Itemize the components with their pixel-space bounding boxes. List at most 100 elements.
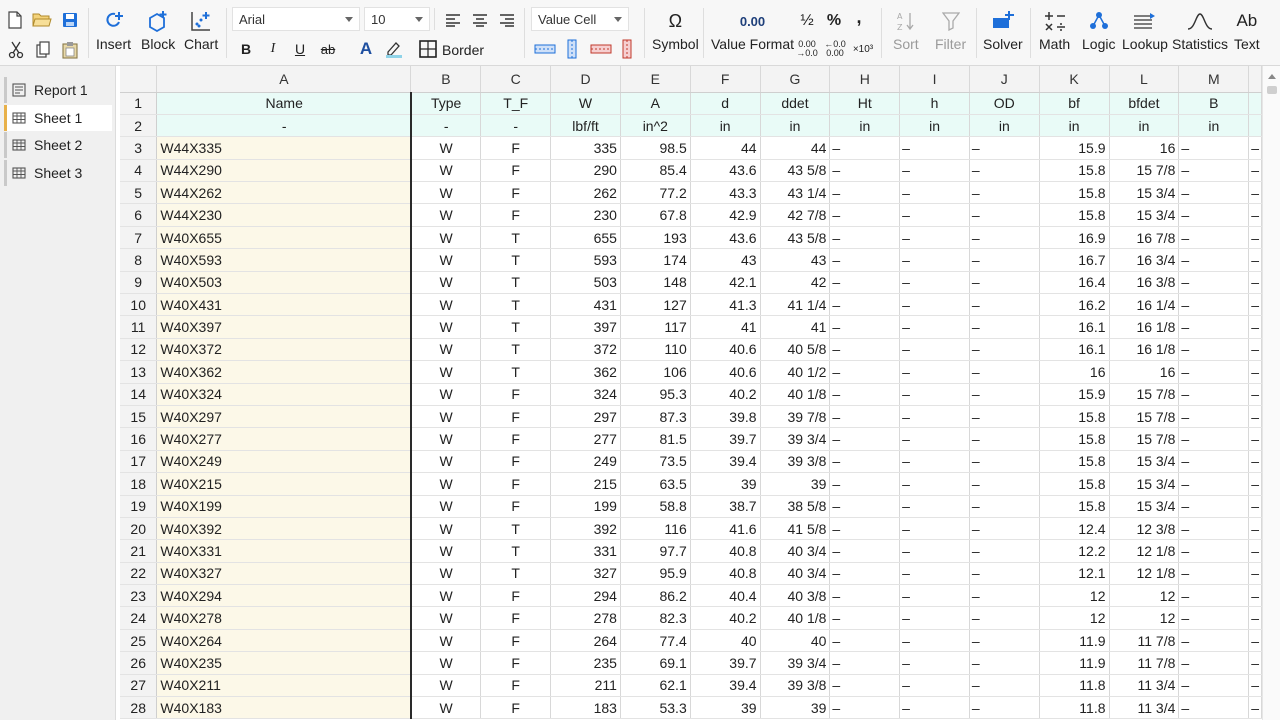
grid-cell[interactable]: 249: [550, 450, 621, 474]
row-number[interactable]: 17: [120, 450, 158, 474]
grid-cell[interactable]: [1248, 114, 1262, 138]
grid-cell[interactable]: –: [899, 495, 970, 518]
grid-cell[interactable]: W: [410, 203, 482, 227]
grid-cell[interactable]: –: [1248, 271, 1262, 295]
grid-cell[interactable]: 16: [1039, 360, 1110, 384]
column-header-l[interactable]: L: [1109, 66, 1180, 93]
row-number[interactable]: 10: [120, 293, 158, 317]
name-cell[interactable]: W40X431: [156, 293, 412, 317]
name-cell[interactable]: W44X230: [156, 203, 412, 227]
grid-cell[interactable]: 277: [550, 427, 621, 451]
header-cell[interactable]: in: [1178, 114, 1250, 138]
grid-cell[interactable]: 41.3: [690, 293, 761, 317]
logic-button[interactable]: Logic: [1082, 6, 1115, 52]
grid-cell[interactable]: –: [829, 203, 901, 227]
column-header-a[interactable]: A: [156, 66, 412, 93]
grid-cell[interactable]: –: [829, 562, 901, 586]
delete-row-icon[interactable]: [589, 40, 613, 58]
name-cell[interactable]: W40X655: [156, 226, 412, 250]
column-header-h[interactable]: H: [829, 66, 901, 93]
grid-cell[interactable]: –: [1248, 696, 1262, 720]
grid-cell[interactable]: 39 7/8: [760, 405, 831, 429]
grid-cell[interactable]: –: [969, 517, 1040, 541]
grid-cell[interactable]: –: [829, 539, 901, 563]
grid-cell[interactable]: 86.2: [620, 584, 691, 608]
grid-cell[interactable]: –: [899, 383, 970, 406]
grid-cell[interactable]: –: [899, 405, 970, 429]
grid-cell[interactable]: W: [410, 159, 482, 183]
vertical-scrollbar[interactable]: [1262, 66, 1280, 720]
grid-cell[interactable]: –: [899, 315, 970, 339]
grid-cell[interactable]: 43: [690, 248, 761, 272]
cut-icon[interactable]: [6, 40, 26, 60]
grid-cell[interactable]: W: [410, 450, 482, 474]
grid-cell[interactable]: 431: [550, 293, 621, 317]
header-cell[interactable]: in: [829, 114, 901, 138]
grid-cell[interactable]: 39.4: [690, 674, 761, 698]
row-number[interactable]: 2: [120, 114, 158, 138]
grid-cell[interactable]: F: [480, 674, 552, 698]
align-left-icon[interactable]: [443, 10, 463, 30]
decrease-decimal-icon[interactable]: ←0.0 0.00: [822, 38, 848, 60]
grid-cell[interactable]: –: [829, 383, 901, 406]
grid-cell[interactable]: 12 3/8: [1109, 517, 1180, 541]
grid-cell[interactable]: 42: [760, 271, 831, 295]
grid-cell[interactable]: 40 5/8: [760, 338, 831, 362]
column-header-b[interactable]: B: [410, 66, 482, 93]
grid-cell[interactable]: –: [969, 293, 1040, 317]
row-number[interactable]: 18: [120, 472, 158, 496]
grid-cell[interactable]: 262: [550, 181, 621, 205]
grid-cell[interactable]: –: [899, 674, 970, 698]
grid-cell[interactable]: 85.4: [620, 159, 691, 183]
grid-cell[interactable]: 15 3/4: [1109, 495, 1180, 518]
grid-cell[interactable]: –: [969, 606, 1040, 630]
grid-cell[interactable]: –: [829, 248, 901, 272]
grid-cell[interactable]: –: [969, 651, 1040, 675]
grid-cell[interactable]: 40.4: [690, 584, 761, 608]
grid-cell[interactable]: W: [410, 472, 482, 496]
thousands-separator-icon[interactable]: ,: [851, 6, 867, 28]
grid-cell[interactable]: –: [1248, 539, 1262, 563]
column-header-overflow[interactable]: [1248, 66, 1262, 93]
grid-cell[interactable]: T: [480, 360, 552, 384]
grid-cell[interactable]: –: [829, 360, 901, 384]
column-header-m[interactable]: M: [1178, 66, 1250, 93]
grid-cell[interactable]: 58.8: [620, 495, 691, 518]
open-folder-icon[interactable]: [31, 10, 53, 30]
grid-cell[interactable]: –: [829, 472, 901, 496]
grid-cell[interactable]: –: [969, 226, 1040, 250]
grid-cell[interactable]: 43 5/8: [760, 159, 831, 183]
row-number[interactable]: 4: [120, 159, 158, 183]
grid-cell[interactable]: –: [969, 271, 1040, 295]
grid-cell[interactable]: 40 1/8: [760, 606, 831, 630]
grid-cell[interactable]: 41: [760, 315, 831, 339]
grid-cell[interactable]: 40.6: [690, 360, 761, 384]
sidebar-item-sheet-2[interactable]: Sheet 2: [4, 132, 112, 158]
name-cell[interactable]: W44X262: [156, 181, 412, 205]
grid-cell[interactable]: 15 3/4: [1109, 472, 1180, 496]
grid-cell[interactable]: 43.6: [690, 159, 761, 183]
grid-cell[interactable]: 116: [620, 517, 691, 541]
grid-cell[interactable]: 42 7/8: [760, 203, 831, 227]
row-number[interactable]: 7: [120, 226, 158, 250]
header-cell[interactable]: A: [620, 92, 691, 115]
grid-cell[interactable]: 117: [620, 315, 691, 339]
column-header-e[interactable]: E: [620, 66, 691, 93]
grid-cell[interactable]: 40: [760, 629, 831, 653]
row-number[interactable]: 1: [120, 92, 158, 115]
grid-cell[interactable]: T: [480, 539, 552, 563]
grid-cell[interactable]: –: [899, 203, 970, 227]
grid-cell[interactable]: W: [410, 584, 482, 608]
name-cell[interactable]: W40X593: [156, 248, 412, 272]
grid-cell[interactable]: T: [480, 271, 552, 295]
grid-cell[interactable]: –: [899, 159, 970, 183]
row-number[interactable]: 28: [120, 696, 158, 720]
grid-cell[interactable]: 39 3/4: [760, 651, 831, 675]
header-cell[interactable]: OD: [969, 92, 1040, 115]
name-cell[interactable]: W40X249: [156, 450, 412, 474]
font-family-select[interactable]: Arial: [232, 7, 360, 31]
column-header-c[interactable]: C: [480, 66, 552, 93]
header-cell[interactable]: in: [899, 114, 970, 138]
column-header-j[interactable]: J: [969, 66, 1040, 93]
grid-cell[interactable]: –: [1178, 293, 1250, 317]
